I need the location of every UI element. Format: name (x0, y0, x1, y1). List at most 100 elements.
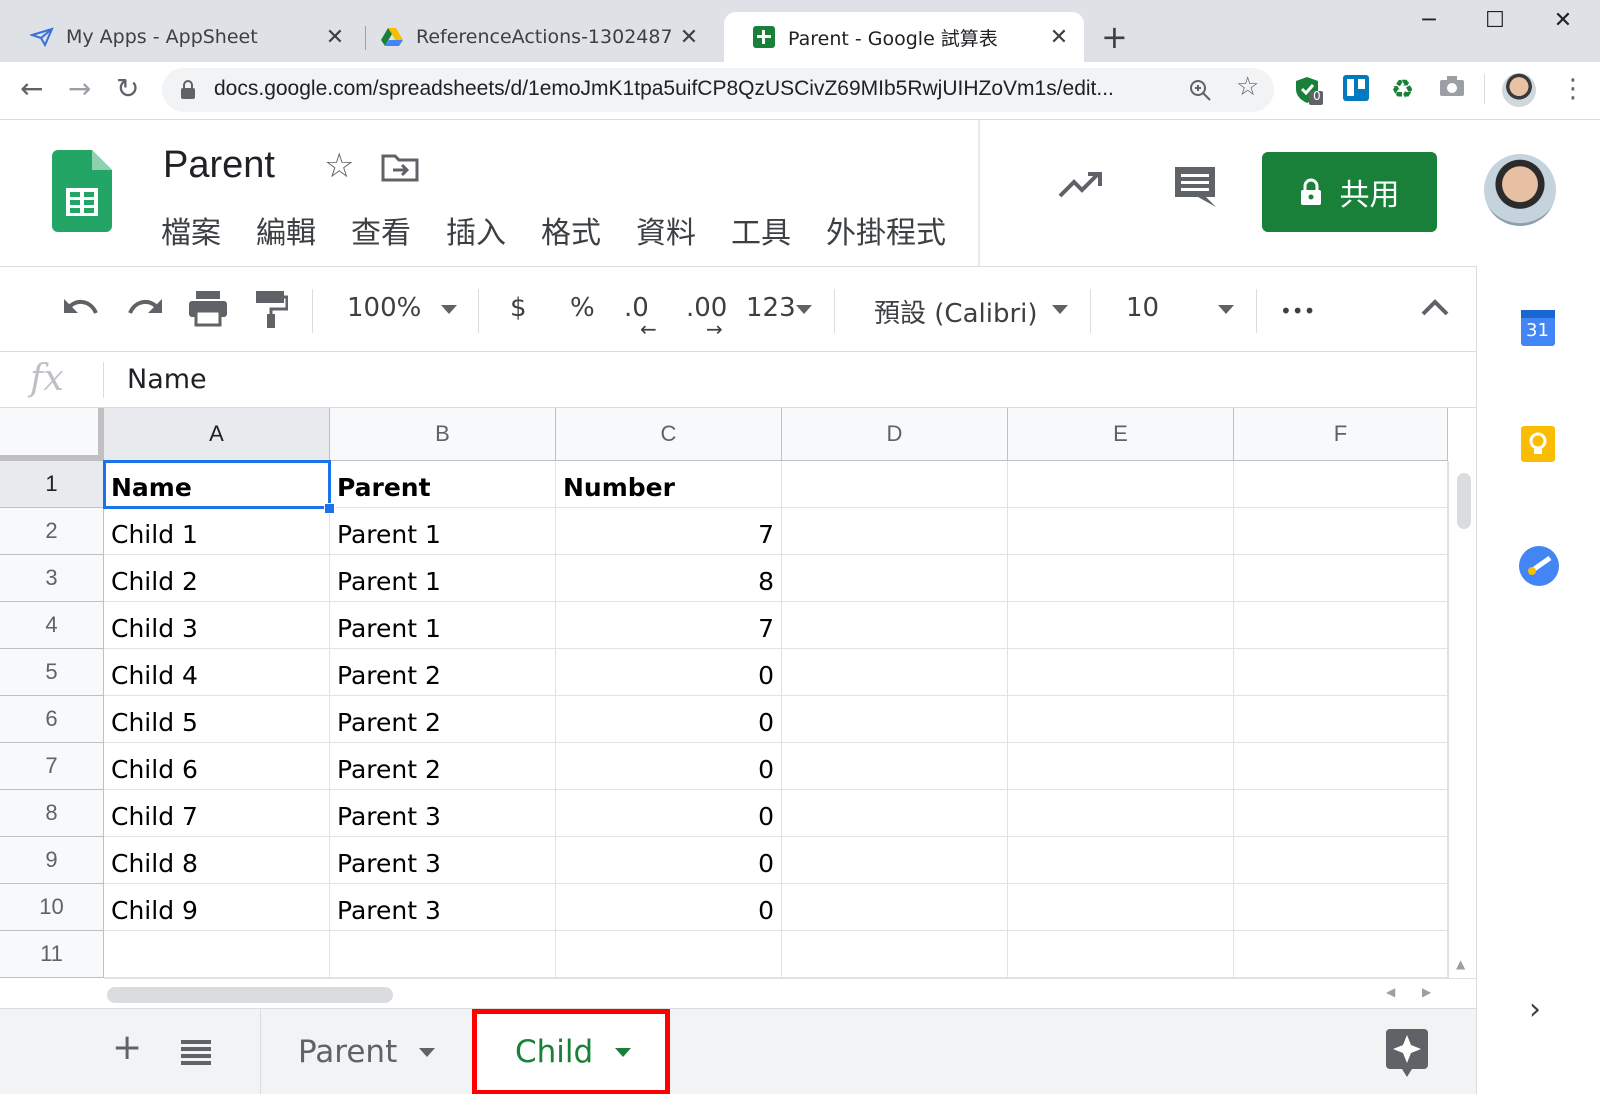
cell-f1[interactable] (1234, 461, 1448, 508)
cell-d5[interactable] (782, 649, 1008, 696)
browser-tab-referenceactions[interactable]: ReferenceActions-1302487 - Google ✕ (352, 12, 714, 62)
number-format-select[interactable]: 123 (746, 293, 796, 323)
address-bar[interactable]: docs.google.com/spreadsheets/d/1emoJmK1t… (162, 68, 1274, 112)
font-size-select[interactable]: 10 (1126, 293, 1159, 323)
cell-d6[interactable] (782, 696, 1008, 743)
close-icon[interactable]: ✕ (324, 25, 346, 50)
menu-data[interactable]: 資料 (636, 208, 696, 252)
document-title[interactable]: Parent (163, 144, 275, 187)
cell-a9[interactable]: Child 8 (104, 837, 330, 884)
sheet-tab-parent[interactable]: Parent (262, 1009, 472, 1094)
cell-e6[interactable] (1008, 696, 1234, 743)
scroll-right-icon[interactable]: ▶ (1422, 985, 1431, 999)
chevron-down-icon[interactable] (419, 1047, 436, 1057)
chevron-down-icon[interactable] (796, 305, 812, 314)
redo-icon[interactable] (126, 295, 164, 323)
row-header[interactable]: 11 (0, 931, 104, 978)
cell-a6[interactable]: Child 5 (104, 696, 330, 743)
cell-c3[interactable]: 8 (556, 555, 782, 602)
zoom-icon[interactable] (1188, 78, 1212, 102)
menu-view[interactable]: 查看 (351, 208, 411, 252)
select-all-corner[interactable] (0, 408, 104, 461)
cell-e9[interactable] (1008, 837, 1234, 884)
row-header[interactable]: 5 (0, 649, 104, 696)
formula-input[interactable]: Name (127, 364, 207, 395)
currency-format-button[interactable]: $ (510, 293, 527, 323)
horizontal-scrollbar[interactable]: ◀ ▶ (104, 978, 1476, 1008)
chevron-up-icon[interactable] (1420, 297, 1450, 317)
cell-a5[interactable]: Child 4 (104, 649, 330, 696)
cell-c9[interactable]: 0 (556, 837, 782, 884)
row-header[interactable]: 4 (0, 602, 104, 649)
cell-a8[interactable]: Child 7 (104, 790, 330, 837)
column-header-e[interactable]: E (1008, 408, 1234, 461)
browser-menu-icon[interactable]: ⋮ (1560, 74, 1586, 104)
chevron-down-icon[interactable] (615, 1047, 632, 1057)
cell-f5[interactable] (1234, 649, 1448, 696)
percent-format-button[interactable]: % (570, 293, 595, 323)
bookmark-star-icon[interactable]: ☆ (1236, 72, 1259, 102)
sheet-tab-child[interactable]: Child (472, 1009, 670, 1094)
cell-e5[interactable] (1008, 649, 1234, 696)
scroll-up-icon[interactable]: ▲ (1456, 957, 1465, 971)
cell-d1[interactable] (782, 461, 1008, 508)
vertical-scrollbar[interactable]: ▲ ▼ (1448, 461, 1476, 1008)
cell-f4[interactable] (1234, 602, 1448, 649)
google-tasks-icon[interactable] (1519, 546, 1559, 586)
cell-e8[interactable] (1008, 790, 1234, 837)
cell-a3[interactable]: Child 2 (104, 555, 330, 602)
cell-e7[interactable] (1008, 743, 1234, 790)
cell-f6[interactable] (1234, 696, 1448, 743)
browser-tab-parent[interactable]: Parent - Google 試算表 ✕ (724, 12, 1084, 62)
close-icon[interactable]: ✕ (1048, 25, 1070, 50)
column-header-b[interactable]: B (330, 408, 556, 461)
user-avatar[interactable] (1484, 154, 1556, 226)
fill-handle[interactable] (324, 503, 335, 514)
explore-icon[interactable] (1386, 1029, 1428, 1077)
cell-d3[interactable] (782, 555, 1008, 602)
cell-f8[interactable] (1234, 790, 1448, 837)
camera-icon[interactable] (1439, 75, 1469, 105)
column-header-c[interactable]: C (556, 408, 782, 461)
cell-b9[interactable]: Parent 3 (330, 837, 556, 884)
chevron-down-icon[interactable] (1052, 305, 1068, 314)
cell-a4[interactable]: Child 3 (104, 602, 330, 649)
cell-e4[interactable] (1008, 602, 1234, 649)
print-icon[interactable] (188, 289, 228, 327)
new-tab-button[interactable]: + (1101, 18, 1128, 56)
row-header[interactable]: 3 (0, 555, 104, 602)
row-header[interactable]: 7 (0, 743, 104, 790)
cell-d4[interactable] (782, 602, 1008, 649)
row-header[interactable]: 10 (0, 884, 104, 931)
recycle-icon[interactable]: ♻ (1391, 75, 1421, 105)
row-header[interactable]: 8 (0, 790, 104, 837)
cell-e2[interactable] (1008, 508, 1234, 555)
cell-c11[interactable] (556, 931, 782, 978)
reload-icon[interactable]: ↻ (116, 72, 139, 105)
menu-file[interactable]: 檔案 (161, 208, 221, 252)
cell-f2[interactable] (1234, 508, 1448, 555)
chevron-down-icon[interactable] (441, 305, 457, 314)
more-options-button[interactable]: ••• (1280, 299, 1315, 323)
browser-tab-appsheet[interactable]: My Apps - AppSheet ✕ (2, 12, 360, 62)
menu-format[interactable]: 格式 (541, 208, 601, 252)
cell-c2[interactable]: 7 (556, 508, 782, 555)
activity-trend-icon[interactable] (1058, 170, 1104, 200)
forward-icon[interactable]: → (68, 72, 91, 105)
cell-a1[interactable]: Name (104, 461, 330, 508)
row-header[interactable]: 6 (0, 696, 104, 743)
menu-addons[interactable]: 外掛程式 (826, 208, 946, 252)
cell-b6[interactable]: Parent 2 (330, 696, 556, 743)
row-header[interactable]: 2 (0, 508, 104, 555)
chevron-down-icon[interactable] (1218, 305, 1234, 314)
cell-a10[interactable]: Child 9 (104, 884, 330, 931)
cell-b10[interactable]: Parent 3 (330, 884, 556, 931)
cell-f11[interactable] (1234, 931, 1448, 978)
cell-b3[interactable]: Parent 1 (330, 555, 556, 602)
cell-c10[interactable]: 0 (556, 884, 782, 931)
cell-b11[interactable] (330, 931, 556, 978)
move-folder-icon[interactable] (381, 152, 419, 182)
paint-format-icon[interactable] (254, 289, 288, 329)
cell-b7[interactable]: Parent 2 (330, 743, 556, 790)
close-window-button[interactable]: ✕ (1530, 8, 1596, 38)
